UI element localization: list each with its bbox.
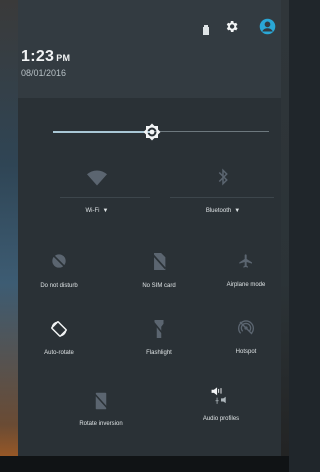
- tile-sim[interactable]: No SIM card: [116, 253, 202, 289]
- do-not-disturb-icon: [52, 254, 66, 268]
- battery-icon: [202, 22, 210, 40]
- brightness-thumb-icon[interactable]: [143, 123, 161, 146]
- tile-flashlight[interactable]: Flashlight: [116, 320, 202, 356]
- auto-rotate-label: Auto-rotate: [44, 350, 74, 356]
- settings-icon[interactable]: [224, 19, 239, 39]
- clock: 1:23 PM: [21, 48, 70, 66]
- tile-bluetooth[interactable]: Bluetooth ▼: [180, 168, 266, 214]
- wifi-dropdown-icon: ▼: [102, 208, 109, 214]
- ampm-text: PM: [56, 53, 71, 63]
- tile-hotspot[interactable]: Hotspot: [203, 320, 289, 355]
- user-icon[interactable]: [259, 18, 276, 40]
- tile-wifi[interactable]: Wi-Fi ▼: [54, 170, 140, 214]
- tile-rotate-inversion[interactable]: Rotate inversion: [58, 392, 144, 427]
- hotspot-label: Hotspot: [235, 349, 257, 355]
- bluetooth-label-text: Bluetooth: [205, 208, 232, 214]
- wallpaper-right-edge: [281, 0, 289, 472]
- brightness-track-empty: [152, 131, 269, 132]
- brightness-track-filled: [53, 131, 152, 133]
- quick-settings-panel: 1:23 PM 08/01/2016 Wi-Fi ▼ Bluetooth ▼ D…: [18, 0, 281, 456]
- bluetooth-icon: [218, 168, 228, 186]
- navigation-bar-strip: [0, 456, 289, 472]
- auto-rotate-icon: [51, 321, 67, 337]
- airplane-label: Airplane mode: [226, 282, 266, 288]
- tile-airplane[interactable]: Airplane mode: [203, 252, 289, 288]
- bluetooth-divider: [170, 197, 274, 198]
- bluetooth-dropdown-icon: ▼: [234, 208, 241, 214]
- tile-audio-profiles[interactable]: Audio profiles: [178, 386, 264, 422]
- sim-card-icon: [152, 253, 166, 270]
- hotspot-icon: [238, 320, 254, 335]
- wifi-label[interactable]: Wi-Fi ▼: [54, 208, 140, 214]
- do-not-disturb-label: Do not disturb: [40, 283, 78, 289]
- status-header: 1:23 PM 08/01/2016: [18, 0, 281, 98]
- rotate-inversion-label: Rotate inversion: [79, 421, 123, 427]
- audio-profiles-icon: [211, 387, 226, 404]
- date-text: 08/01/2016: [21, 68, 67, 78]
- rotate-inversion-icon: [94, 392, 108, 410]
- tile-do-not-disturb[interactable]: Do not disturb: [16, 253, 102, 289]
- wifi-icon: [87, 170, 107, 186]
- airplane-icon: [239, 254, 252, 268]
- wifi-label-text: Wi-Fi: [85, 208, 100, 214]
- flashlight-icon: [153, 320, 165, 338]
- tile-auto-rotate[interactable]: Auto-rotate: [16, 320, 102, 356]
- bluetooth-label[interactable]: Bluetooth ▼: [180, 208, 266, 214]
- wallpaper-left-edge: [0, 0, 18, 472]
- brightness-slider[interactable]: [53, 123, 269, 141]
- flashlight-label: Flashlight: [146, 350, 172, 356]
- time-text: 1:23: [21, 48, 55, 65]
- sim-label: No SIM card: [142, 283, 176, 289]
- wifi-divider: [60, 197, 150, 198]
- audio-profiles-label: Audio profiles: [202, 416, 240, 422]
